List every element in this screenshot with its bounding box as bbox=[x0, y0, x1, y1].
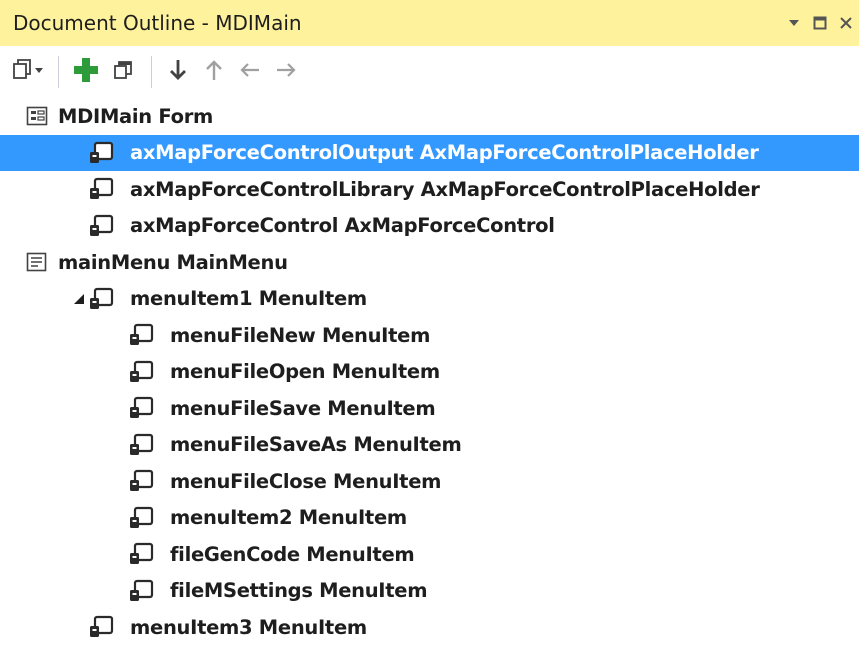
move-down-button[interactable] bbox=[162, 54, 194, 90]
tree-node-label: MDIMain Form bbox=[58, 104, 214, 128]
tree-node[interactable]: menuFileClose MenuItem bbox=[0, 463, 859, 500]
control-icon bbox=[88, 614, 114, 640]
move-right-icon bbox=[274, 59, 298, 85]
move-left-icon bbox=[238, 59, 262, 85]
copy-button[interactable] bbox=[107, 54, 141, 90]
tree-node[interactable]: menuFileNew MenuItem bbox=[0, 317, 859, 354]
tree-node-label: axMapForceControlOutput AxMapForceContro… bbox=[130, 141, 759, 165]
title-controls bbox=[781, 0, 859, 46]
control-icon bbox=[128, 359, 154, 385]
tree-node-label: menuItem2 MenuItem bbox=[170, 506, 407, 530]
tree-node[interactable]: menuFileSaveAs MenuItem bbox=[0, 427, 859, 464]
outline-tree: MDIMain Form axMapForceControlOutput AxMa… bbox=[0, 98, 859, 646]
menu-icon bbox=[24, 249, 50, 275]
control-icon bbox=[128, 432, 154, 458]
dropdown-arrow-icon[interactable] bbox=[781, 8, 807, 38]
maximize-icon[interactable] bbox=[807, 8, 833, 38]
control-icon bbox=[128, 322, 154, 348]
control-icon bbox=[128, 541, 154, 567]
tree-node-label: fileMSettings MenuItem bbox=[170, 579, 428, 603]
move-up-button[interactable] bbox=[198, 54, 230, 90]
tree-node[interactable]: axMapForceControlLibrary AxMapForceContr… bbox=[0, 171, 859, 208]
tree-node-label: menuFileNew MenuItem bbox=[170, 323, 431, 347]
view-options-icon bbox=[11, 57, 47, 87]
control-icon bbox=[88, 213, 114, 239]
tree-node[interactable]: axMapForceControl AxMapForceControl bbox=[0, 208, 859, 245]
tree-node-label: menuFileSave MenuItem bbox=[170, 396, 436, 420]
tree-node[interactable]: fileMSettings MenuItem bbox=[0, 573, 859, 610]
tree-node-label: axMapForceControl AxMapForceControl bbox=[130, 214, 555, 238]
tree-node[interactable]: menuItem2 MenuItem bbox=[0, 500, 859, 537]
tree-node[interactable]: MDIMain Form bbox=[0, 98, 859, 135]
tree-node-label: axMapForceControlLibrary AxMapForceContr… bbox=[130, 177, 760, 201]
tree-node-label: menuItem3 MenuItem bbox=[130, 615, 367, 639]
add-button[interactable] bbox=[69, 54, 103, 90]
tree-node[interactable]: menuItem3 MenuItem bbox=[0, 609, 859, 646]
toolbar bbox=[0, 46, 859, 98]
tree-node[interactable]: mainMenu MainMenu bbox=[0, 244, 859, 281]
add-icon bbox=[72, 56, 100, 88]
toolbar-separator bbox=[151, 56, 152, 88]
move-up-icon bbox=[203, 57, 225, 87]
tree-node[interactable]: menuFileOpen MenuItem bbox=[0, 354, 859, 391]
control-icon bbox=[128, 505, 154, 531]
move-down-icon bbox=[167, 57, 189, 87]
tree-node[interactable]: fileGenCode MenuItem bbox=[0, 536, 859, 573]
tree-node-label: fileGenCode MenuItem bbox=[170, 542, 415, 566]
document-outline-title-bar: Document Outline - MDIMain bbox=[0, 0, 859, 46]
move-left-button[interactable] bbox=[234, 54, 266, 90]
expand-collapse-icon[interactable] bbox=[72, 292, 86, 306]
control-icon bbox=[128, 395, 154, 421]
control-icon bbox=[88, 140, 114, 166]
tree-node-label: menuFileSaveAs MenuItem bbox=[170, 433, 462, 457]
view-options-button[interactable] bbox=[10, 54, 48, 90]
window-title: Document Outline - MDIMain bbox=[13, 11, 302, 35]
control-icon bbox=[128, 578, 154, 604]
tree-node[interactable]: axMapForceControlOutput AxMapForceContro… bbox=[0, 134, 859, 171]
tree-node-label: mainMenu MainMenu bbox=[58, 250, 288, 274]
form-icon bbox=[24, 103, 50, 129]
toolbar-separator bbox=[58, 56, 59, 88]
tree-node[interactable]: menuFileSave MenuItem bbox=[0, 390, 859, 427]
tree-node-label: menuFileOpen MenuItem bbox=[170, 360, 440, 384]
control-icon bbox=[88, 176, 114, 202]
tree-node[interactable]: menuItem1 MenuItem bbox=[0, 281, 859, 318]
control-icon bbox=[88, 286, 114, 312]
control-icon bbox=[128, 468, 154, 494]
tree-node-label: menuItem1 MenuItem bbox=[130, 287, 367, 311]
move-right-button[interactable] bbox=[270, 54, 302, 90]
close-icon[interactable] bbox=[833, 8, 859, 38]
copy-icon bbox=[112, 58, 136, 86]
tree-node-label: menuFileClose MenuItem bbox=[170, 469, 442, 493]
